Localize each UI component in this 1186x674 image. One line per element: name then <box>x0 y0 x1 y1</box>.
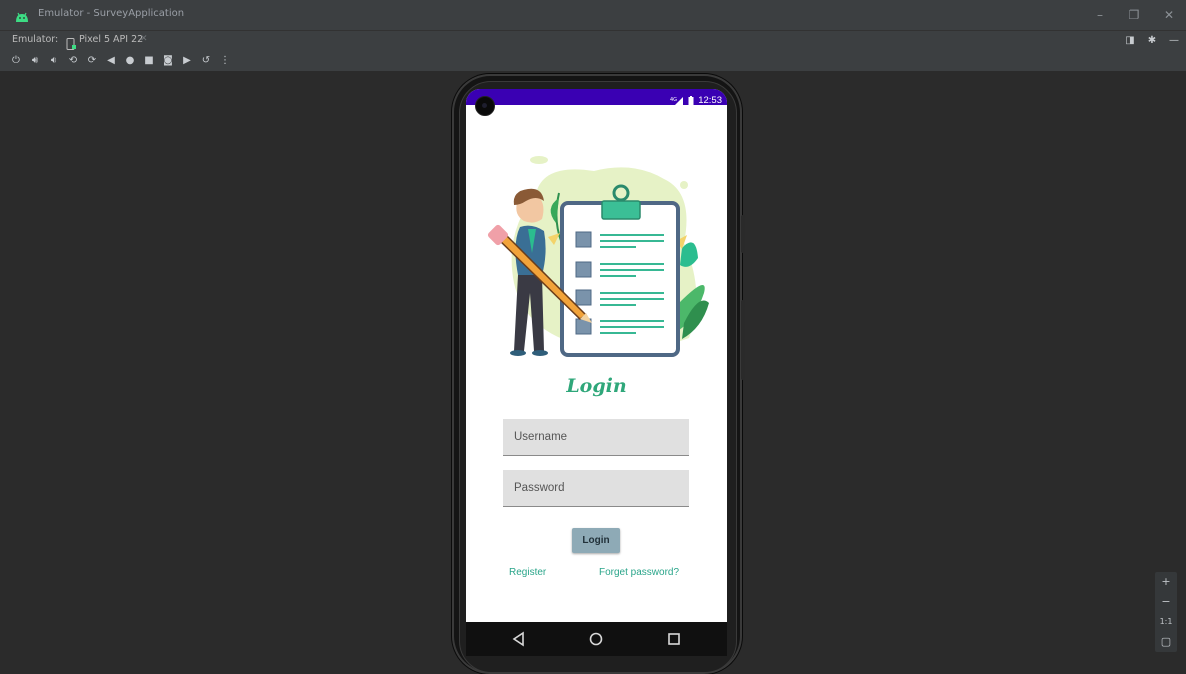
volume-up-icon[interactable]: 🔊︎ <box>29 54 41 68</box>
nav-recents-icon[interactable] <box>664 629 684 649</box>
minimize-icon[interactable]: – <box>1092 7 1108 23</box>
restore-icon[interactable]: ❐ <box>1126 7 1142 23</box>
svg-text:4G: 4G <box>670 97 677 103</box>
zoom-actual-size-button[interactable]: 1:1 <box>1155 612 1177 632</box>
home-icon[interactable]: ● <box>124 54 136 68</box>
more-icon[interactable]: ⋮ <box>219 54 231 68</box>
window-title: Emulator - SurveyApplication <box>38 8 185 19</box>
record-icon[interactable]: ▶ <box>181 54 193 68</box>
password-field-container <box>503 470 689 507</box>
rotate-right-icon[interactable]: ⟳ <box>86 54 98 68</box>
hide-panel-icon[interactable]: — <box>1168 34 1180 48</box>
zoom-out-button[interactable]: − <box>1155 592 1177 612</box>
device-screen: 4G 12:53 Login Username Login Register F… <box>466 89 727 649</box>
volume-down-icon[interactable]: 🔉︎ <box>48 54 60 68</box>
password-input[interactable] <box>503 470 689 506</box>
front-camera <box>475 96 495 116</box>
phone-side-button <box>741 215 745 253</box>
tab-pixel-5[interactable]: Pixel 5 API 22 ✕ <box>56 31 154 53</box>
tab-label: Pixel 5 API 22 <box>79 34 144 45</box>
forget-password-link[interactable]: Forget password? <box>599 567 679 578</box>
rotate-left-icon[interactable]: ⟲ <box>67 54 79 68</box>
tab-close-icon[interactable]: ✕ <box>140 34 148 44</box>
login-button[interactable]: Login <box>572 528 620 553</box>
status-time: 12:53 <box>698 95 722 106</box>
gear-icon[interactable]: ✱ <box>1146 34 1158 48</box>
close-icon[interactable]: ✕ <box>1161 7 1177 23</box>
nav-home-icon[interactable] <box>586 629 606 649</box>
snapshot-icon[interactable]: ↺ <box>200 54 212 68</box>
power-icon[interactable]: ⏻ <box>10 54 22 68</box>
login-title: Login <box>566 375 627 397</box>
battery-icon <box>688 91 694 110</box>
android-logo-icon <box>14 8 30 27</box>
zoom-controls: + − 1:1 ▢ <box>1155 572 1177 652</box>
signal-icon: 4G <box>670 91 684 110</box>
nav-back-icon[interactable] <box>509 629 529 649</box>
android-nav-bar <box>466 622 727 656</box>
phone-volume-button <box>741 300 745 380</box>
emulator-toolbar: ⏻ 🔊︎ 🔉︎ ⟲ ⟳ ◀ ● ■ ◙ ▶ ↺ ⋮ <box>0 51 1186 72</box>
window-titlebar: Emulator - SurveyApplication – ❐ ✕ <box>0 0 1186 31</box>
status-bar: 4G 12:53 <box>466 89 727 106</box>
zoom-in-button[interactable]: + <box>1155 572 1177 592</box>
zoom-fit-icon[interactable]: ▢ <box>1155 632 1177 652</box>
emulator-label: Emulator: <box>12 34 59 45</box>
overview-icon[interactable]: ■ <box>143 54 155 68</box>
camera-icon[interactable]: ◙ <box>162 54 174 68</box>
username-field-container <box>503 419 689 456</box>
username-input[interactable] <box>503 419 689 455</box>
emulator-tab-bar: Emulator: Pixel 5 API 22 ✕ ◨ ✱ — <box>0 31 1186 53</box>
survey-clipboard-illustration <box>487 156 709 357</box>
window-mode-icon[interactable]: ◨ <box>1124 34 1136 48</box>
register-link[interactable]: Register <box>509 567 546 578</box>
back-icon[interactable]: ◀ <box>105 54 117 68</box>
